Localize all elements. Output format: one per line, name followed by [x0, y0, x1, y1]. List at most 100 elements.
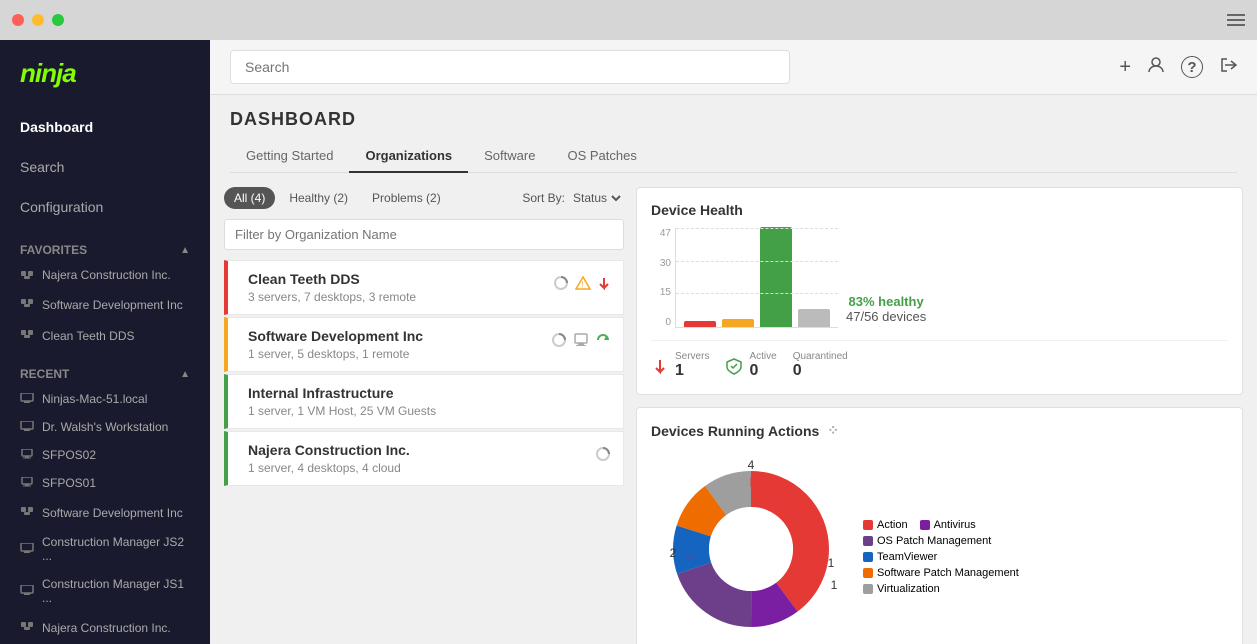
- logout-button[interactable]: [1219, 56, 1237, 79]
- device-count: 47/56 devices: [846, 309, 926, 324]
- filter-tab-problems[interactable]: Problems (2): [362, 187, 451, 209]
- legend-os-patch: OS Patch Management: [863, 535, 1228, 547]
- org-info: Najera Construction Inc. 1 server, 4 des…: [248, 442, 595, 475]
- org-desc: 3 servers, 7 desktops, 3 remote: [248, 290, 553, 304]
- callout-left: 2: [670, 546, 677, 560]
- sidebar-item-software-dev-fav[interactable]: Software Development Inc: [0, 289, 210, 320]
- legend-antivirus: Antivirus: [920, 519, 976, 531]
- healthy-pct: 83% healthy: [846, 294, 926, 309]
- recent-section-header: Recent ▲: [0, 359, 210, 385]
- teamviewer-legend-dot: [863, 552, 873, 562]
- favorites-chevron-icon[interactable]: ▲: [180, 245, 190, 256]
- sidebar: ninja Dashboard Search Configuration Fav…: [0, 40, 210, 644]
- active-quarantined-stat: Active 0 Quarantined 0: [725, 351, 847, 380]
- org-item-internal-infra[interactable]: Internal Infrastructure 1 server, 1 VM H…: [224, 374, 624, 429]
- sidebar-item-dashboard[interactable]: Dashboard: [0, 107, 210, 147]
- org-desc: 1 server, 5 desktops, 1 remote: [248, 347, 551, 361]
- org-panel: All (4) Healthy (2) Problems (2) Sort By…: [224, 187, 624, 644]
- warning-icon: !: [575, 275, 591, 291]
- logo-text: ninja: [20, 58, 76, 88]
- sort-by: Sort By: Status Name: [522, 190, 624, 206]
- org-name: Software Development Inc: [248, 328, 551, 344]
- dashboard-title: DASHBOARD: [230, 109, 1237, 130]
- sidebar-item-sfpos02[interactable]: SFPOS02: [0, 441, 210, 469]
- device-icon: [20, 585, 34, 595]
- sidebar-item-search[interactable]: Search: [0, 147, 210, 187]
- legend-virtualization: Virtualization: [863, 583, 940, 595]
- org-icon: [20, 296, 34, 310]
- search-input[interactable]: [230, 50, 790, 84]
- bar-gray: [798, 309, 830, 327]
- help-button[interactable]: ?: [1181, 56, 1203, 78]
- filter-tab-all[interactable]: All (4): [224, 187, 275, 209]
- device-icon: [20, 449, 34, 459]
- user-button[interactable]: [1147, 56, 1165, 79]
- sidebar-item-najera-fav[interactable]: Najera Construction Inc.: [0, 261, 210, 289]
- org-icon: [20, 268, 34, 282]
- top-bar: + ?: [210, 40, 1257, 95]
- dashboard-tabs: Getting Started Organizations Software O…: [230, 140, 1237, 173]
- down-arrow-stat-icon: [651, 357, 669, 375]
- org-name: Internal Infrastructure: [248, 385, 611, 401]
- callout-top: 4: [748, 458, 755, 472]
- sidebar-item-software-dev-recent[interactable]: Software Development Inc: [0, 497, 210, 528]
- legend-software-patch: Software Patch Management: [863, 567, 1228, 579]
- filter-bar: All (4) Healthy (2) Problems (2) Sort By…: [224, 187, 624, 209]
- legend-action: Action: [863, 519, 908, 531]
- window-close-btn[interactable]: [12, 14, 24, 26]
- sidebar-item-construction-js2[interactable]: Construction Manager JS2 ...: [0, 528, 210, 570]
- tab-software[interactable]: Software: [468, 140, 551, 173]
- servers-stat: Servers 1: [651, 351, 709, 380]
- window-maximize-btn[interactable]: [52, 14, 64, 26]
- org-item-clean-teeth[interactable]: Clean Teeth DDS 3 servers, 7 desktops, 3…: [224, 260, 624, 315]
- org-action-icons: !: [553, 275, 611, 291]
- antivirus-legend-dot: [920, 520, 930, 530]
- org-icon: [20, 619, 34, 633]
- tab-organizations[interactable]: Organizations: [349, 140, 468, 173]
- add-button[interactable]: +: [1119, 56, 1131, 79]
- sidebar-item-construction-js1[interactable]: Construction Manager JS1 ...: [0, 570, 210, 612]
- svg-text:!: !: [581, 281, 583, 290]
- refresh-icon: [595, 332, 611, 348]
- desktop-icon: [573, 332, 589, 348]
- device-icon: [20, 543, 34, 553]
- sidebar-item-sfpos01[interactable]: SFPOS01: [0, 469, 210, 497]
- sidebar-item-ninjas-mac[interactable]: Ninjas-Mac-51.local: [0, 385, 210, 413]
- sidebar-item-configuration[interactable]: Configuration: [0, 187, 210, 227]
- spinner-icon: [553, 275, 569, 291]
- tab-getting-started[interactable]: Getting Started: [230, 140, 349, 173]
- org-icon: [20, 504, 34, 518]
- sidebar-item-clean-teeth-fav[interactable]: Clean Teeth DDS: [0, 320, 210, 351]
- sort-select[interactable]: Status Name: [569, 190, 624, 206]
- window-bar: [0, 0, 1257, 40]
- app-container: ninja Dashboard Search Configuration Fav…: [0, 40, 1257, 644]
- device-icon: [20, 421, 34, 431]
- sidebar-item-dr-walsh[interactable]: Dr. Walsh's Workstation: [0, 413, 210, 441]
- filter-tab-healthy[interactable]: Healthy (2): [279, 187, 358, 209]
- bar-red: [684, 321, 716, 327]
- window-minimize-btn[interactable]: [32, 14, 44, 26]
- search-box: [230, 50, 790, 84]
- quarantined-value: 0: [793, 362, 848, 380]
- action-legend-dot: [863, 520, 873, 530]
- software-patch-legend-dot: [863, 568, 873, 578]
- donut-legend: Action Antivirus OS Patch Management: [863, 519, 1228, 595]
- org-list: Clean Teeth DDS 3 servers, 7 desktops, 3…: [224, 260, 624, 488]
- down-arrow-icon: [597, 276, 611, 290]
- donut-chart-card: Devices Running Actions ⁘: [636, 407, 1243, 644]
- donut-svg-container: 4 2 1 1: [651, 449, 851, 644]
- bar-green: [760, 227, 792, 327]
- recent-chevron-icon[interactable]: ▲: [180, 369, 190, 380]
- org-icon: [20, 327, 34, 341]
- spinner-icon: [595, 446, 611, 462]
- logout-icon: [1219, 56, 1237, 74]
- tab-os-patches[interactable]: OS Patches: [551, 140, 652, 173]
- org-action-icons: [595, 446, 611, 462]
- menu-icon[interactable]: [1227, 14, 1245, 26]
- org-filter-input[interactable]: [224, 219, 624, 250]
- bar-yellow: [722, 319, 754, 327]
- org-item-software-dev[interactable]: Software Development Inc 1 server, 5 des…: [224, 317, 624, 372]
- device-health-title: Device Health: [651, 202, 1228, 218]
- org-item-najera[interactable]: Najera Construction Inc. 1 server, 4 des…: [224, 431, 624, 486]
- sidebar-item-najera-recent[interactable]: Najera Construction Inc.: [0, 612, 210, 643]
